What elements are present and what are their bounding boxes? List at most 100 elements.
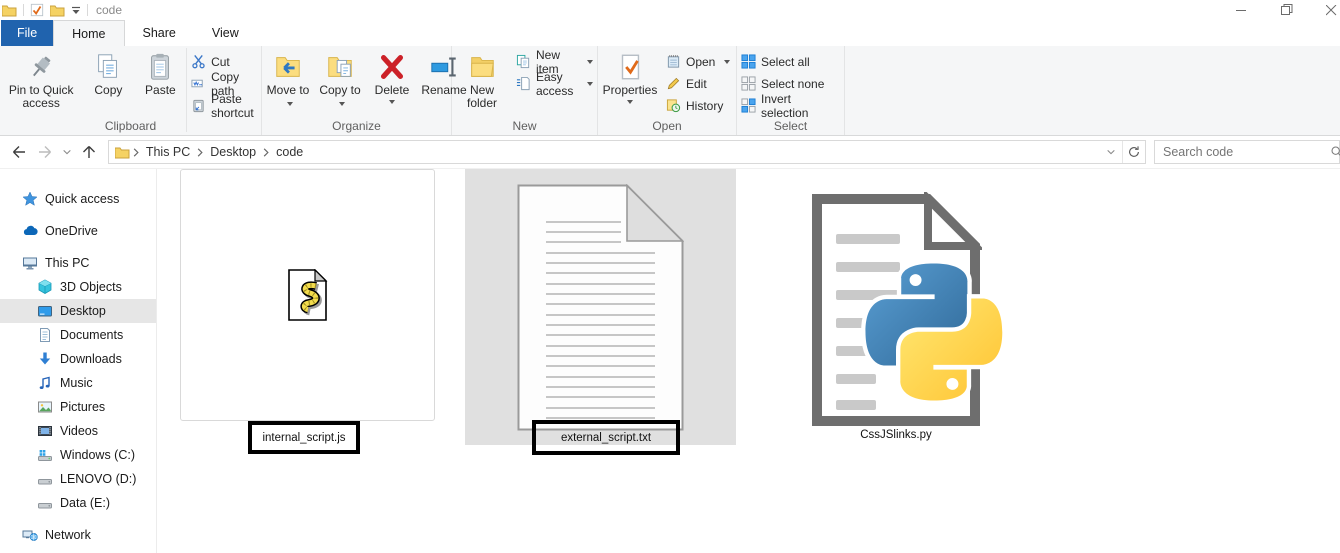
sidebar-item-desktop[interactable]: Desktop: [0, 299, 156, 323]
sidebar-item-music[interactable]: Music: [0, 371, 156, 395]
edit-button[interactable]: Edit: [662, 74, 734, 93]
sidebar-item-lenovo-d[interactable]: LENOVO (D:): [0, 467, 156, 491]
move-to-label: Move to: [267, 83, 310, 97]
dropdown-arrow-icon: [587, 60, 593, 64]
search-box[interactable]: [1154, 140, 1340, 164]
properties-button[interactable]: Properties: [598, 46, 662, 104]
select-all-icon: [741, 54, 756, 69]
cut-button[interactable]: Cut: [187, 52, 261, 71]
open-group-label: Open: [598, 119, 736, 133]
forward-button[interactable]: [32, 139, 58, 165]
search-input[interactable]: [1155, 145, 1324, 159]
maximize-button[interactable]: [1264, 0, 1309, 20]
new-folder-button[interactable]: New folder: [452, 46, 512, 110]
window-title: code: [96, 3, 122, 17]
refresh-icon[interactable]: [1123, 141, 1145, 163]
sidebar-item-videos[interactable]: Videos: [0, 419, 156, 443]
copy-to-button[interactable]: Copy to: [314, 46, 366, 110]
sidebar-item-label: Desktop: [60, 304, 106, 318]
select-none-button[interactable]: Select none: [737, 74, 844, 93]
window-controls: [1219, 0, 1340, 20]
sidebar-item-onedrive[interactable]: OneDrive: [0, 219, 156, 243]
qat-separator: [23, 4, 24, 16]
ribbon: Pin to Quick access Copy Paste Cut: [0, 46, 1340, 136]
pin-to-quick-access-button[interactable]: Pin to Quick access: [0, 46, 82, 110]
address-dropdown-icon[interactable]: [1100, 141, 1122, 163]
copy-button[interactable]: Copy: [82, 46, 134, 97]
download-arrow-icon: [37, 351, 53, 367]
open-button[interactable]: Open: [662, 52, 734, 71]
music-note-icon: [37, 375, 53, 391]
cut-icon: [191, 54, 206, 69]
sidebar-item-downloads[interactable]: Downloads: [0, 347, 156, 371]
breadcrumb-code[interactable]: code: [272, 145, 307, 159]
breadcrumb-chevron-icon[interactable]: [262, 147, 270, 158]
file-list-area[interactable]: internal_script.js external_script.txt: [158, 169, 1340, 553]
new-small-buttons: New item Easy access: [512, 46, 597, 93]
properties-qat-icon[interactable]: [30, 3, 44, 17]
address-bar[interactable]: This PC Desktop code: [108, 140, 1146, 164]
paste-button[interactable]: Paste: [134, 46, 186, 97]
back-button[interactable]: [6, 139, 32, 165]
delete-button[interactable]: Delete: [366, 46, 418, 104]
history-button[interactable]: History: [662, 96, 734, 115]
dropdown-arrow-icon: [627, 100, 633, 104]
this-pc-monitor-icon: [22, 255, 38, 271]
paste-icon: [145, 50, 175, 84]
tab-share[interactable]: Share: [125, 20, 194, 46]
up-button[interactable]: [76, 139, 102, 165]
sidebar-item-label: Pictures: [60, 400, 105, 414]
breadcrumb-chevron-icon[interactable]: [132, 147, 140, 158]
file-tile-external-script-txt[interactable]: [465, 169, 736, 445]
move-to-button[interactable]: Move to: [262, 46, 314, 110]
easy-access-button[interactable]: Easy access: [512, 74, 597, 93]
paste-shortcut-label: Paste shortcut: [211, 92, 257, 120]
sidebar-item-quick-access[interactable]: Quick access: [0, 187, 156, 211]
new-item-icon: [516, 54, 531, 69]
sidebar-item-data-e[interactable]: Data (E:): [0, 491, 156, 515]
breadcrumb-desktop[interactable]: Desktop: [206, 145, 260, 159]
new-item-button[interactable]: New item: [512, 52, 597, 71]
copy-path-button[interactable]: Copy path: [187, 74, 261, 93]
select-none-label: Select none: [761, 77, 824, 91]
close-button[interactable]: [1309, 0, 1340, 20]
easy-access-icon: [516, 76, 531, 91]
file-tile-internal-script-js[interactable]: [180, 169, 435, 421]
js-script-file-icon: [288, 269, 328, 321]
select-all-button[interactable]: Select all: [737, 52, 844, 71]
sidebar-item-3d-objects[interactable]: 3D Objects: [0, 275, 156, 299]
drive-icon: [37, 471, 53, 487]
customize-qat-dropdown-icon[interactable]: [71, 6, 81, 15]
invert-selection-button[interactable]: Invert selection: [737, 96, 844, 115]
minimize-button[interactable]: [1219, 0, 1264, 20]
annotation-box-external-script: external_script.txt: [532, 420, 680, 455]
ribbon-group-select: Select all Select none Invert selection …: [737, 46, 845, 135]
ribbon-tabs: File Home Share View: [0, 20, 1340, 46]
new-folder-qat-icon[interactable]: [50, 4, 65, 17]
new-folder-icon: [467, 50, 497, 84]
sidebar-item-pictures[interactable]: Pictures: [0, 395, 156, 419]
tab-home[interactable]: Home: [53, 20, 124, 46]
file-tile-cssjslinks-py[interactable]: [810, 192, 1014, 428]
breadcrumb-this-pc[interactable]: This PC: [142, 145, 194, 159]
sidebar-item-this-pc[interactable]: This PC: [0, 251, 156, 275]
sidebar-item-label: Windows (C:): [60, 448, 135, 462]
paste-shortcut-button[interactable]: Paste shortcut: [187, 96, 261, 115]
select-none-icon: [741, 76, 756, 91]
location-folder-icon: [115, 146, 130, 159]
edit-label: Edit: [686, 77, 707, 91]
ribbon-group-organize: Move to Copy to Delete Rename Organize: [262, 46, 452, 135]
breadcrumb-chevron-icon[interactable]: [196, 147, 204, 158]
sidebar-item-windows-c[interactable]: Windows (C:): [0, 443, 156, 467]
sidebar-item-documents[interactable]: Documents: [0, 323, 156, 347]
tab-file[interactable]: File: [1, 20, 53, 46]
python-logo-icon: [858, 256, 1010, 408]
sidebar-item-network[interactable]: Network: [0, 523, 156, 547]
tab-view[interactable]: View: [194, 20, 257, 46]
history-icon: [666, 98, 681, 113]
recent-locations-dropdown[interactable]: [58, 139, 76, 165]
address-bar-row: This PC Desktop code: [0, 136, 1340, 169]
address-bar-controls: [1100, 141, 1145, 163]
search-icon[interactable]: [1324, 145, 1340, 159]
sidebar-item-label: Data (E:): [60, 496, 110, 510]
